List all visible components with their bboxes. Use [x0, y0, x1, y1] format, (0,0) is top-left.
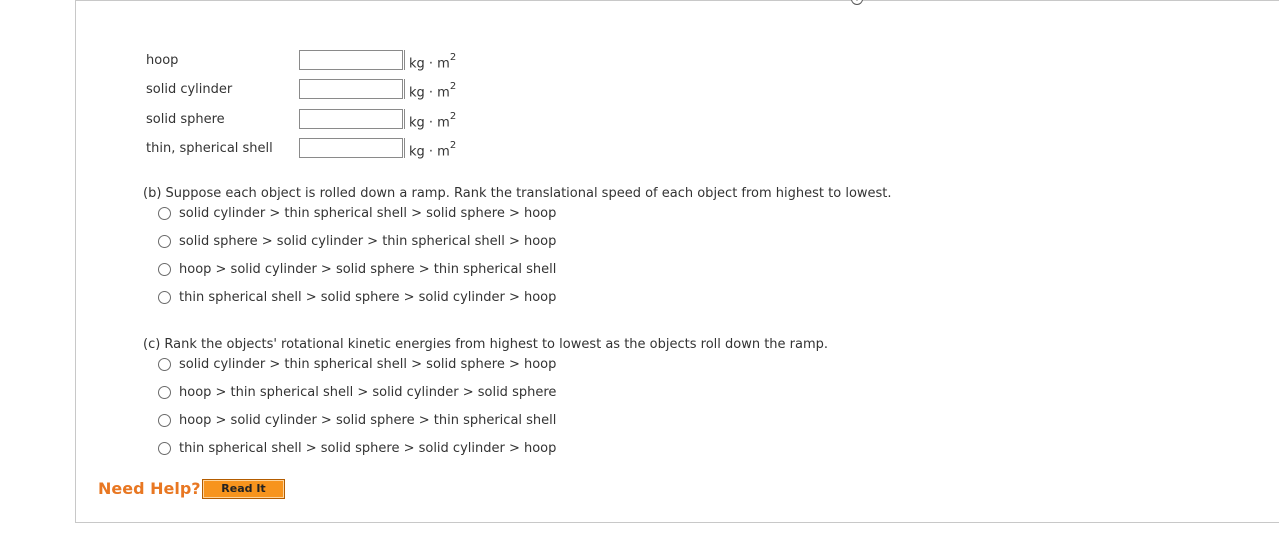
- option-text: thin spherical shell > solid sphere > so…: [179, 441, 557, 456]
- radio-button[interactable]: [158, 235, 171, 248]
- unit-label: kg · m2: [404, 138, 456, 159]
- option-text: solid cylinder > thin spherical shell > …: [179, 357, 557, 372]
- solid-cylinder-input[interactable]: [299, 79, 403, 99]
- row-label: thin, spherical shell: [146, 141, 273, 156]
- answer-row-solid-sphere: solid sphere kg · m2: [146, 109, 546, 131]
- need-help-label: Need Help?: [98, 479, 201, 498]
- radio-button[interactable]: [158, 291, 171, 304]
- radio-button[interactable]: [158, 414, 171, 427]
- row-label: solid cylinder: [146, 82, 233, 97]
- option-text: solid sphere > solid cylinder > thin sph…: [179, 234, 557, 249]
- read-it-button[interactable]: Read It: [202, 479, 285, 499]
- radio-button[interactable]: [158, 263, 171, 276]
- answer-row-hoop: hoop kg · m2: [146, 50, 546, 72]
- option-text: hoop > thin spherical shell > solid cyli…: [179, 385, 557, 400]
- option-text: thin spherical shell > solid sphere > so…: [179, 290, 557, 305]
- radio-button[interactable]: [158, 442, 171, 455]
- solid-sphere-input[interactable]: [299, 109, 403, 129]
- question-b: (b) Suppose each object is rolled down a…: [143, 186, 892, 201]
- unit-label: kg · m2: [404, 50, 456, 71]
- radio-button[interactable]: [158, 386, 171, 399]
- spherical-shell-input[interactable]: [299, 138, 403, 158]
- question-c: (c) Rank the objects' rotational kinetic…: [143, 337, 829, 352]
- option-text: hoop > solid cylinder > solid sphere > t…: [179, 413, 557, 428]
- hoop-input[interactable]: [299, 50, 403, 70]
- radio-button[interactable]: [158, 207, 171, 220]
- row-label: solid sphere: [146, 112, 225, 127]
- unit-label: kg · m2: [404, 79, 456, 100]
- answer-row-solid-cylinder: solid cylinder kg · m2: [146, 79, 546, 101]
- radio-button[interactable]: [158, 358, 171, 371]
- option-text: hoop > solid cylinder > solid sphere > t…: [179, 262, 557, 277]
- option-text: solid cylinder > thin spherical shell > …: [179, 206, 557, 221]
- unit-label: kg · m2: [404, 109, 456, 130]
- row-label: hoop: [146, 53, 179, 68]
- answer-row-spherical-shell: thin, spherical shell kg · m2: [146, 138, 546, 160]
